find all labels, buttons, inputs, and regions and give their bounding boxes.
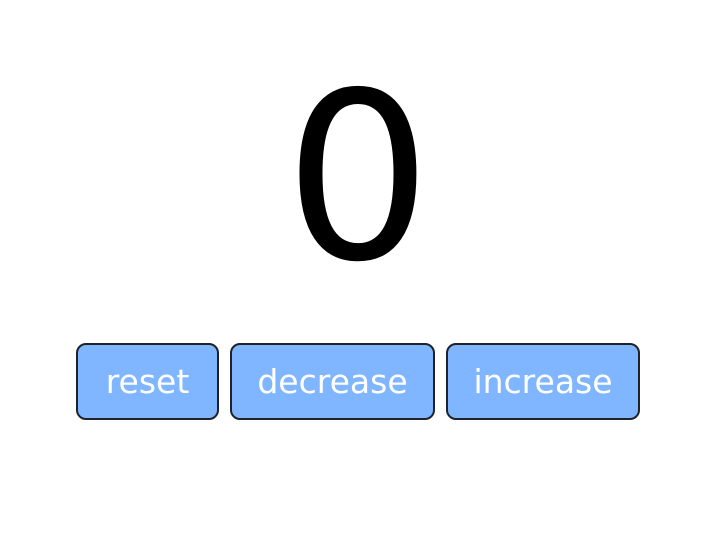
counter-app: 0 reset decrease increase [0, 0, 716, 537]
reset-button[interactable]: reset [76, 343, 219, 420]
counter-value: 0 [284, 43, 432, 313]
decrease-button[interactable]: decrease [230, 343, 435, 420]
increase-button[interactable]: increase [446, 343, 640, 420]
